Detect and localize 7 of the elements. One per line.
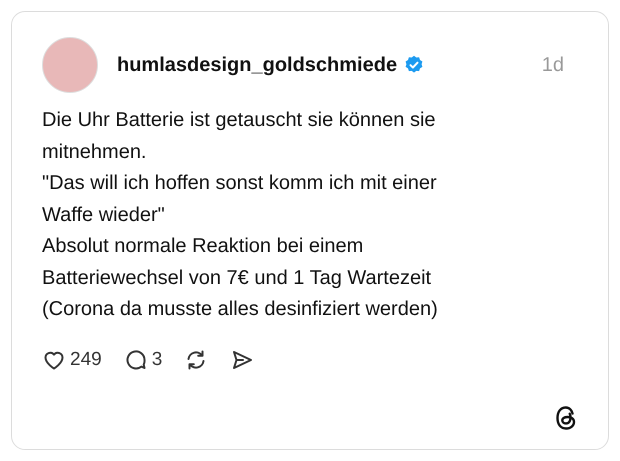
comment-icon [124,348,148,372]
username[interactable]: humlasdesign_goldschmiede [117,50,398,80]
post-time: 1d [542,53,564,78]
reply-button[interactable]: 3 [124,346,162,374]
post-text: Die Uhr Batterie ist getauscht sie können sie mitnehmen. "Das will ich hoffen sonst komm ich mit einer Waffe wieder" Absolut normale Reaktion bei einem Batteriewechsel von 7€ und 1 Tag Wartezeit (Corona da musste alles desinfiziert werden) [42,108,439,322]
like-button[interactable]: 249 [42,346,102,374]
threads-logo-icon [554,405,578,431]
